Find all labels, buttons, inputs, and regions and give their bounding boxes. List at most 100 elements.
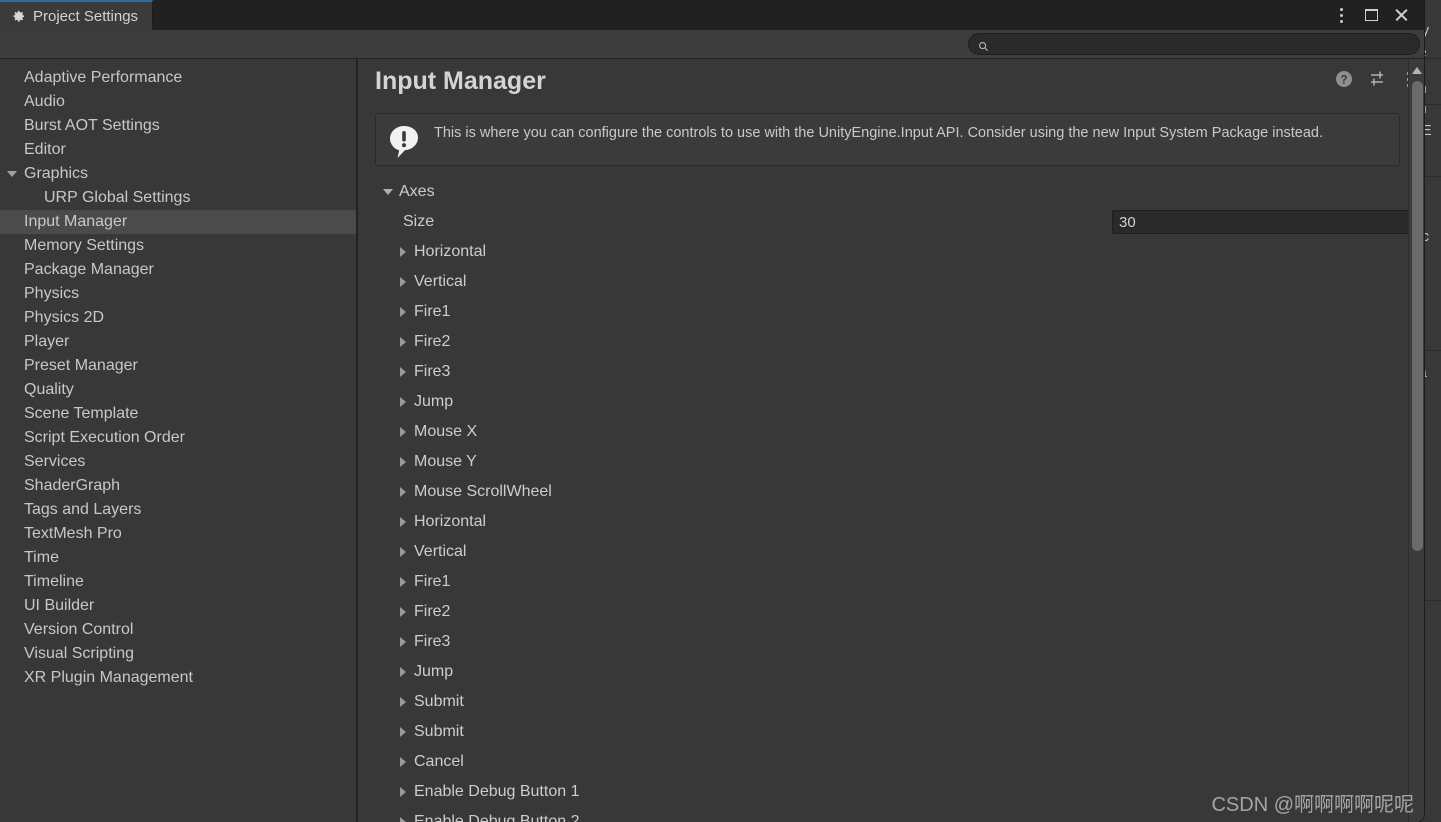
chevron-right-icon[interactable]	[400, 427, 406, 437]
chevron-right-icon[interactable]	[400, 607, 406, 617]
chevron-right-icon[interactable]	[400, 517, 406, 527]
sidebar-item-editor[interactable]: Editor	[0, 138, 356, 162]
chevron-down-icon[interactable]	[7, 171, 17, 177]
search-input[interactable]	[995, 35, 1419, 53]
sidebar-item-tags-and-layers[interactable]: Tags and Layers	[0, 498, 356, 522]
sidebar-item-label: Adaptive Performance	[24, 69, 183, 86]
tab-label: Project Settings	[33, 7, 139, 25]
sidebar-item-audio[interactable]: Audio	[0, 90, 356, 114]
chevron-right-icon[interactable]	[400, 787, 406, 797]
axes-section: Axes Size 30 Horizontal Vertical Fire1 Fire…	[366, 177, 1424, 822]
sidebar-item-preset-manager[interactable]: Preset Manager	[0, 354, 356, 378]
axis-label: Horizontal	[414, 243, 487, 260]
axis-label: Mouse X	[414, 423, 478, 440]
axis-row[interactable]: Fire1	[366, 567, 1416, 597]
chevron-right-icon[interactable]	[400, 547, 406, 557]
axis-row[interactable]: Vertical	[366, 537, 1416, 567]
axis-row[interactable]: Fire2	[366, 597, 1416, 627]
sidebar-item-scene-template[interactable]: Scene Template	[0, 402, 356, 426]
axis-row[interactable]: Jump	[366, 657, 1416, 687]
axis-row[interactable]: Jump	[366, 387, 1416, 417]
axis-row[interactable]: Horizontal	[366, 507, 1416, 537]
axes-group-header[interactable]: Axes	[366, 177, 1416, 207]
chevron-right-icon[interactable]	[400, 457, 406, 467]
chevron-right-icon[interactable]	[400, 277, 406, 287]
chevron-right-icon[interactable]	[400, 637, 406, 647]
sidebar-item-label: Tags and Layers	[24, 501, 142, 518]
sidebar-item-shadergraph[interactable]: ShaderGraph	[0, 474, 356, 498]
axis-row[interactable]: Vertical	[366, 267, 1416, 297]
axis-row[interactable]: Horizontal	[366, 237, 1416, 267]
sidebar-item-ui-builder[interactable]: UI Builder	[0, 594, 356, 618]
window-maximize-button[interactable]	[1358, 2, 1384, 28]
window-more-menu-button[interactable]	[1328, 2, 1354, 28]
axis-row[interactable]: Submit	[366, 687, 1416, 717]
sidebar-item-quality[interactable]: Quality	[0, 378, 356, 402]
scrollbar-thumb[interactable]	[1411, 81, 1423, 551]
sidebar-item-version-control[interactable]: Version Control	[0, 618, 356, 642]
sidebar-item-adaptive-performance[interactable]: Adaptive Performance	[0, 66, 356, 90]
chevron-right-icon[interactable]	[400, 487, 406, 497]
tab-project-settings[interactable]: Project Settings	[0, 0, 154, 30]
axis-row[interactable]: Fire1	[366, 297, 1416, 327]
scroll-up-arrow-icon[interactable]	[1412, 67, 1422, 74]
search-icon	[978, 39, 989, 51]
sidebar-item-services[interactable]: Services	[0, 450, 356, 474]
sidebar-item-memory-settings[interactable]: Memory Settings	[0, 234, 356, 258]
unity-project-settings-window: blу ue en en y E ss s c rt e da Project …	[0, 0, 1441, 822]
sidebar-item-label: Visual Scripting	[24, 645, 134, 662]
window-close-button[interactable]	[1388, 2, 1414, 28]
chevron-right-icon[interactable]	[400, 577, 406, 587]
sidebar-item-input-manager[interactable]: Input Manager	[0, 210, 356, 234]
help-icon[interactable]: ?	[1335, 70, 1353, 88]
sidebar-item-timeline[interactable]: Timeline	[0, 570, 356, 594]
axis-row[interactable]: Mouse X	[366, 417, 1416, 447]
settings-content-pane: Input Manager ? This is where you can co…	[360, 59, 1424, 822]
sidebar-item-player[interactable]: Player	[0, 330, 356, 354]
axis-row[interactable]: Fire3	[366, 357, 1416, 387]
settings-toolbar	[0, 30, 1424, 59]
sidebar-item-xr-plugin-management[interactable]: XR Plugin Management	[0, 666, 356, 690]
sidebar-item-label: Input Manager	[24, 213, 128, 230]
axis-label: Submit	[414, 693, 464, 710]
axis-label: Jump	[414, 663, 454, 680]
axes-size-input[interactable]: 30	[1112, 210, 1424, 234]
sidebar-item-textmesh-pro[interactable]: TextMesh Pro	[0, 522, 356, 546]
axis-row[interactable]: Fire2	[366, 327, 1416, 357]
axis-row[interactable]: Fire3	[366, 627, 1416, 657]
watermark: CSDN @啊啊啊啊呢呢	[1211, 794, 1414, 816]
settings-category-list[interactable]: Adaptive Performance Audio Burst AOT Setti…	[0, 59, 358, 822]
chevron-right-icon[interactable]	[400, 727, 406, 737]
chevron-right-icon[interactable]	[400, 367, 406, 377]
chevron-right-icon[interactable]	[400, 337, 406, 347]
chevron-right-icon[interactable]	[400, 817, 406, 822]
axis-label: Fire3	[414, 633, 451, 650]
search-box[interactable]	[968, 33, 1420, 55]
axis-label: Fire1	[414, 573, 451, 590]
sidebar-item-visual-scripting[interactable]: Visual Scripting	[0, 642, 356, 666]
sidebar-item-script-execution-order[interactable]: Script Execution Order	[0, 426, 356, 450]
svg-text:?: ?	[1340, 75, 1347, 87]
sidebar-item-time[interactable]: Time	[0, 546, 356, 570]
axis-row[interactable]: Mouse ScrollWheel	[366, 477, 1416, 507]
sidebar-item-graphics[interactable]: Graphics	[0, 162, 356, 186]
preset-icon[interactable]	[1369, 70, 1387, 88]
sidebar-item-label: Services	[24, 453, 86, 470]
sidebar-item-physics[interactable]: Physics	[0, 282, 356, 306]
chevron-right-icon[interactable]	[400, 307, 406, 317]
axis-row[interactable]: Cancel	[366, 747, 1416, 777]
axis-row[interactable]: Mouse Y	[366, 447, 1416, 477]
page-title: Input Manager	[375, 67, 546, 95]
chevron-right-icon[interactable]	[400, 247, 406, 257]
chevron-right-icon[interactable]	[400, 697, 406, 707]
sidebar-item-physics-2d[interactable]: Physics 2D	[0, 306, 356, 330]
content-scrollbar[interactable]	[1408, 59, 1424, 822]
chevron-right-icon[interactable]	[400, 667, 406, 677]
axis-row[interactable]: Submit	[366, 717, 1416, 747]
sidebar-item-burst-aot-settings[interactable]: Burst AOT Settings	[0, 114, 356, 138]
chevron-right-icon[interactable]	[400, 397, 406, 407]
sidebar-item-label: Script Execution Order	[24, 429, 185, 446]
sidebar-item-package-manager[interactable]: Package Manager	[0, 258, 356, 282]
chevron-right-icon[interactable]	[400, 757, 406, 767]
sidebar-item-urp-global-settings[interactable]: URP Global Settings	[0, 186, 356, 210]
